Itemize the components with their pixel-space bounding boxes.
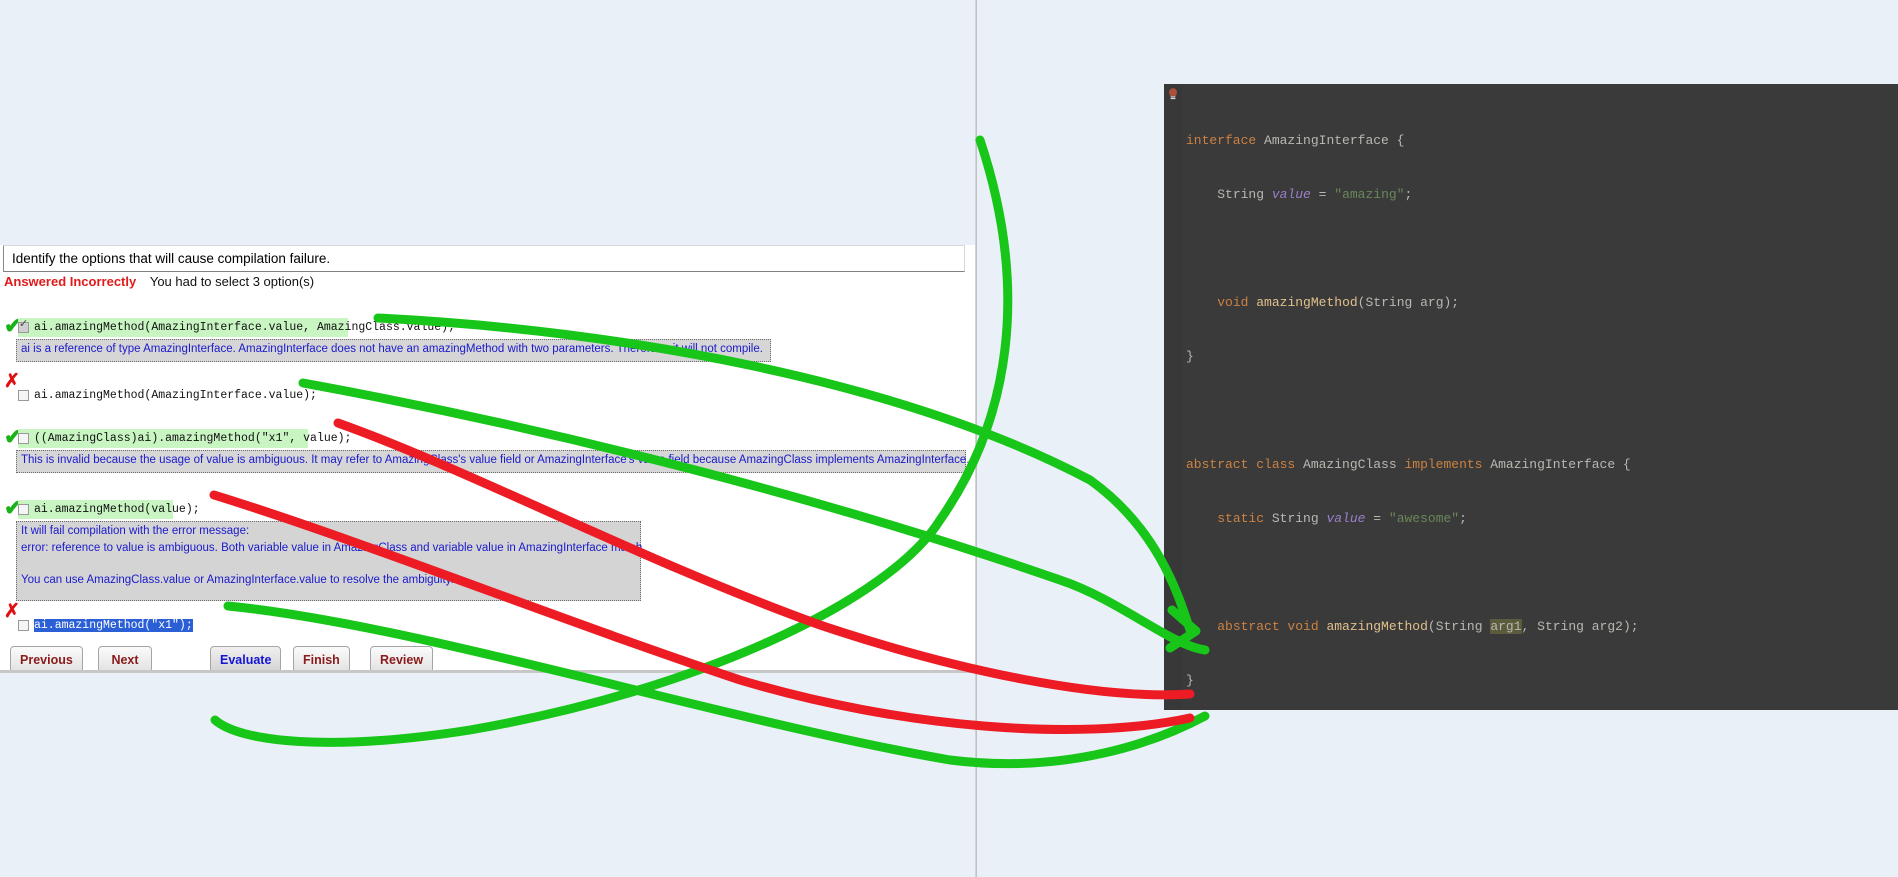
option-4-explanation-line-2: error: reference to value is ambiguous. … bbox=[21, 542, 646, 554]
option-3-checkbox[interactable] bbox=[18, 433, 29, 444]
panel-bottom-divider bbox=[0, 670, 977, 673]
option-4-code: ai.amazingMethod(value); bbox=[34, 503, 200, 516]
option-1-row[interactable]: ai.amazingMethod(AmazingInterface.value,… bbox=[18, 318, 455, 337]
ide-code-text[interactable]: interface AmazingInterface { String valu… bbox=[1182, 84, 1898, 710]
verdict-detail: You had to select 3 option(s) bbox=[149, 274, 315, 289]
option-4-explanation-spacer bbox=[21, 558, 636, 571]
code-line: } bbox=[1186, 673, 1194, 688]
option-2-row[interactable]: ai.amazingMethod(AmazingInterface.value)… bbox=[18, 386, 317, 405]
code-line: abstract class AmazingClass implements A… bbox=[1186, 457, 1631, 472]
option-4-checkbox[interactable] bbox=[18, 504, 29, 515]
option-2-code: ai.amazingMethod(AmazingInterface.value)… bbox=[34, 389, 317, 402]
option-1-checkbox[interactable] bbox=[18, 319, 29, 333]
lightbulb-icon[interactable] bbox=[1166, 87, 1180, 101]
option-1-code: ai.amazingMethod(AmazingInterface.value,… bbox=[34, 321, 455, 334]
option-4-explanation: It will fail compilation with the error … bbox=[16, 521, 646, 601]
finish-button[interactable]: Finish bbox=[293, 646, 350, 673]
code-line: String value = "amazing"; bbox=[1217, 187, 1413, 202]
ide-gutter[interactable] bbox=[1164, 84, 1182, 710]
ide-scrollbar[interactable] bbox=[1888, 84, 1898, 710]
question-box: Identify the options that will cause com… bbox=[3, 245, 965, 272]
evaluate-button[interactable]: Evaluate bbox=[210, 646, 282, 673]
option-4-row[interactable]: ai.amazingMethod(value); bbox=[18, 500, 200, 519]
option-3-row[interactable]: ((AmazingClass)ai).amazingMethod("x1", v… bbox=[18, 429, 351, 448]
vertical-divider bbox=[975, 0, 977, 877]
option-2-checkbox[interactable] bbox=[18, 390, 29, 401]
quiz-panel: Identify the options that will cause com… bbox=[0, 0, 977, 877]
next-button[interactable]: Next bbox=[98, 646, 152, 673]
review-button[interactable]: Review bbox=[370, 646, 434, 673]
option-1-explanation-line: ai is a reference of type AmazingInterfa… bbox=[21, 343, 763, 355]
option-4-explanation-line-1: It will fail compilation with the error … bbox=[21, 525, 250, 537]
option-5-checkbox[interactable] bbox=[18, 620, 29, 631]
option-5-code: ai.amazingMethod("x1"); bbox=[34, 619, 193, 632]
verdict-label: Answered Incorrectly bbox=[4, 274, 137, 289]
option-1-explanation: ai is a reference of type AmazingInterfa… bbox=[16, 339, 771, 362]
verdict-row: Answered Incorrectly You had to select 3… bbox=[4, 274, 314, 289]
option-5-row[interactable]: ai.amazingMethod("x1"); bbox=[18, 616, 193, 635]
previous-button[interactable]: Previous bbox=[10, 646, 83, 673]
option-4-explanation-line-3: You can use AmazingClass.value or Amazin… bbox=[21, 574, 454, 586]
option-3-code: ((AmazingClass)ai).amazingMethod("x1", v… bbox=[34, 432, 352, 445]
screen-root: Identify the options that will cause com… bbox=[0, 0, 1898, 877]
code-line: static String value = "awesome"; bbox=[1217, 511, 1467, 526]
ide-code-panel: interface AmazingInterface { String valu… bbox=[1164, 84, 1898, 710]
option-3-explanation-line: This is invalid because the usage of val… bbox=[21, 454, 970, 466]
code-line: interface AmazingInterface { bbox=[1186, 133, 1405, 148]
code-line: void amazingMethod(String arg); bbox=[1217, 295, 1460, 310]
code-line: } bbox=[1186, 349, 1194, 364]
option-3-explanation: This is invalid because the usage of val… bbox=[16, 450, 970, 473]
code-line: abstract void amazingMethod(String arg1,… bbox=[1217, 619, 1639, 634]
question-text: Identify the options that will cause com… bbox=[12, 251, 331, 266]
